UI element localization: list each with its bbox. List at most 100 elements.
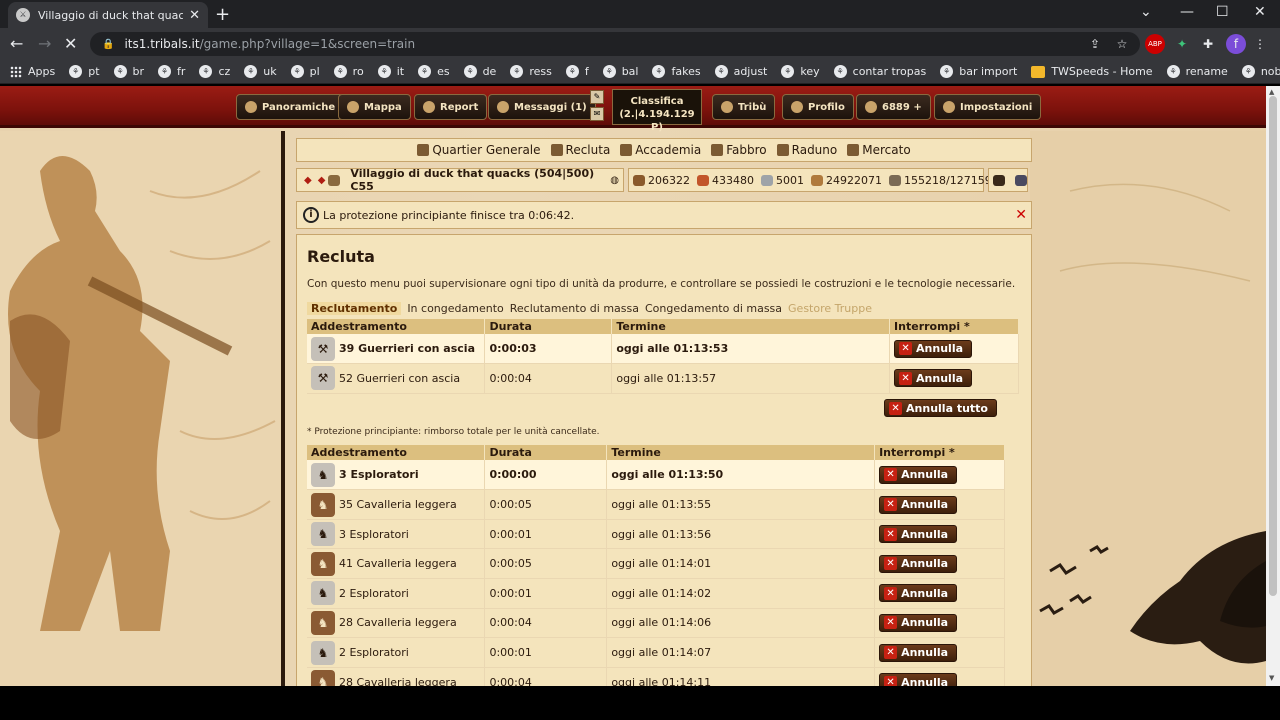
bookmark-item[interactable]: ⚘ bar import: [940, 65, 1017, 78]
header-end: Termine: [611, 319, 891, 334]
tab-search-icon[interactable]: ⌄: [1140, 4, 1152, 20]
bookmark-item[interactable]: ⚘ de: [463, 65, 496, 78]
book-icon[interactable]: [993, 174, 1008, 186]
bookmark-item[interactable]: ⚘ fr: [158, 65, 185, 78]
refund-note: * Protezione principiante: rimborso tota…: [307, 427, 600, 438]
red-x-icon: ✕: [884, 468, 898, 482]
bookmark-item[interactable]: ⚘ adjust: [714, 65, 767, 78]
bookmark-item[interactable]: ⚘ fakes: [652, 65, 701, 78]
village-name[interactable]: Villaggio di duck that quacks (504|500) …: [350, 167, 602, 193]
cancel-label: Annulla: [901, 527, 949, 541]
menu-label: 6889 +: [882, 101, 922, 113]
cancel-button[interactable]: ✕ Annulla: [879, 554, 958, 573]
bookmark-item[interactable]: ⚘ noble: [1241, 65, 1280, 78]
bookmark-star-icon[interactable]: ☆: [1112, 34, 1132, 54]
bookmark-item[interactable]: ⚘ cz: [199, 65, 230, 78]
bookmark-item[interactable]: ⚘ key: [781, 65, 820, 78]
menu-map-button[interactable]: Mappa: [338, 94, 411, 120]
close-tab-icon[interactable]: ✕: [189, 8, 200, 23]
minimize-icon[interactable]: —: [1180, 4, 1194, 20]
shield-icon[interactable]: [1015, 174, 1030, 186]
cancel-button[interactable]: ✕ Annulla: [879, 584, 958, 603]
cancel-button[interactable]: ✕ Annulla: [879, 643, 958, 662]
menu-overviews-button[interactable]: Panoramiche: [236, 94, 345, 120]
browser-tab[interactable]: ⚔ Villaggio di duck that quacks (50 ✕: [8, 2, 208, 28]
maximize-icon[interactable]: ☐: [1216, 4, 1229, 20]
forward-icon[interactable]: →: [38, 34, 51, 53]
bookmark-item[interactable]: ⚘ bal: [602, 65, 638, 78]
menu-profile-button[interactable]: Profilo: [782, 94, 854, 120]
bookmark-item[interactable]: ⚘ es: [418, 65, 450, 78]
cancel-button[interactable]: ✕ Annulla: [879, 673, 958, 686]
tab-troop-manager[interactable]: Gestore Truppe: [788, 302, 872, 315]
ranking-button[interactable]: Classifica (2.|4.194.129 P): [612, 89, 702, 133]
end-cell: oggi alle 01:13:55: [606, 489, 876, 520]
new-tab-icon[interactable]: +: [215, 4, 230, 25]
tab-dismiss[interactable]: In congedamento: [407, 302, 503, 315]
unit-entry: ♞ 41 Cavalleria leggera: [311, 551, 480, 576]
building-link[interactable]: Accademia: [620, 143, 701, 157]
forum-icon[interactable]: ✎: [590, 90, 604, 104]
scrollbar-thumb[interactable]: [1269, 96, 1277, 596]
menu-messages-button[interactable]: Messaggi (1): [488, 94, 596, 120]
scroll-down-icon[interactable]: ▼: [1269, 674, 1274, 682]
stop-loading-icon[interactable]: ✕: [64, 34, 77, 53]
bookmark-item[interactable]: Apps: [10, 65, 55, 78]
cancel-button[interactable]: ✕ Annulla: [879, 495, 958, 514]
next-village-icon[interactable]: ◆: [318, 175, 326, 186]
prev-village-icon[interactable]: ◆: [304, 175, 312, 186]
bookmark-item[interactable]: ⚘ ro: [333, 65, 364, 78]
building-link[interactable]: Recluta: [550, 143, 610, 157]
menu-premium-button[interactable]: 6889 +: [856, 94, 931, 120]
bookmark-item[interactable]: ⚘ rename: [1166, 65, 1228, 78]
scroll-up-icon[interactable]: ▲: [1269, 88, 1274, 96]
close-notice-icon[interactable]: ✕: [1015, 207, 1027, 223]
bookmark-item[interactable]: ⚘ it: [377, 65, 404, 78]
tab-mass-recruit[interactable]: Reclutamento di massa: [510, 302, 639, 315]
cancel-button[interactable]: ✕ Annulla: [894, 339, 973, 358]
building-link[interactable]: Fabbro: [711, 143, 767, 157]
adblock-icon[interactable]: ABP: [1145, 34, 1165, 54]
cancel-button[interactable]: ✕ Annulla: [879, 525, 958, 544]
building-link[interactable]: Raduno: [776, 143, 837, 157]
tab-recruit[interactable]: Reclutamento: [307, 302, 402, 315]
notes-icon[interactable]: ✉: [590, 107, 604, 121]
duration-cell: 0:00:00: [484, 460, 608, 491]
building-link[interactable]: Quartier Generale: [417, 143, 541, 157]
bookmark-item[interactable]: ⚘ pl: [290, 65, 320, 78]
duration-cell: 0:00:01: [484, 519, 608, 550]
tab-mass-dismiss[interactable]: Congedamento di massa: [645, 302, 782, 315]
building-label: Quartier Generale: [432, 143, 541, 157]
extension-leaf-icon[interactable]: ✦: [1172, 34, 1192, 54]
cancel-button[interactable]: ✕ Annulla: [894, 369, 973, 388]
extensions-puzzle-icon[interactable]: ✚: [1198, 34, 1218, 54]
page-scrollbar[interactable]: ▲ ▼: [1266, 86, 1280, 686]
url-input[interactable]: 🔒 its1.tribals.it /game.php?village=1&sc…: [90, 32, 1140, 56]
cancel-button[interactable]: ✕ Annulla: [879, 613, 958, 632]
bookmark-item[interactable]: ⚘ pt: [69, 65, 100, 78]
cancel-all-button[interactable]: ✕ Annulla tutto: [884, 399, 997, 418]
cancel-label: Annulla: [901, 616, 949, 630]
cancel-cell: ✕ Annulla: [889, 334, 1019, 365]
village-info-icon[interactable]: ◍: [610, 175, 619, 186]
menu-settings-button[interactable]: Impostazioni: [934, 94, 1042, 120]
building-link[interactable]: Mercato: [847, 143, 911, 157]
bookmark-item[interactable]: ⚘ br: [113, 65, 144, 78]
back-icon[interactable]: ←: [10, 34, 23, 53]
menu-reports-button[interactable]: Report: [414, 94, 488, 120]
profile-avatar[interactable]: f: [1226, 34, 1246, 54]
bookmark-item[interactable]: ⚘ ress: [510, 65, 552, 78]
bookmark-icon: ⚘: [244, 65, 258, 78]
browser-menu-icon[interactable]: ⋮: [1250, 34, 1270, 54]
bookmark-item[interactable]: ⚘ f: [565, 65, 589, 78]
bookmark-item[interactable]: ⚘ uk: [244, 65, 277, 78]
bookmark-item[interactable]: ⚘ contar tropas: [833, 65, 926, 78]
cancel-button[interactable]: ✕ Annulla: [879, 465, 958, 484]
end-cell: oggi alle 01:14:01: [606, 548, 876, 580]
menu-tribe-button[interactable]: Tribù: [712, 94, 776, 120]
close-window-icon[interactable]: ✕: [1254, 4, 1266, 20]
red-x-icon: ✕: [899, 342, 913, 356]
queue-row: ♞ 3 Esploratori 0:00:00 oggi alle 01:13:50 ✕…: [307, 460, 1005, 491]
bookmark-item[interactable]: TWSpeeds - Home: [1031, 65, 1153, 78]
share-icon[interactable]: ⇪: [1085, 34, 1105, 54]
